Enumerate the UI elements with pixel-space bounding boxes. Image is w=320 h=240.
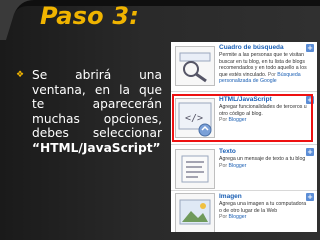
gadget-search-box[interactable]: Cuadro de búsqueda Permite a las persona… xyxy=(171,44,317,89)
gadget-author-link[interactable]: Blogger xyxy=(229,163,247,169)
gadget-text[interactable]: Texto Agrega un mensaje de texto a tu bl… xyxy=(171,148,317,189)
gadget-list-panel: Cuadro de búsqueda Permite a las persona… xyxy=(171,42,317,232)
search-box-thumbnail-icon xyxy=(175,46,215,86)
gadget-name[interactable]: Imagen xyxy=(219,193,242,200)
gadget-name[interactable]: Texto xyxy=(219,148,236,155)
gadget-description-text: Agrega un mensaje de texto a tu blog xyxy=(219,156,306,162)
diamond-bullet-icon: ❖ xyxy=(16,70,25,80)
divider xyxy=(171,91,317,92)
gadget-by-label: Por xyxy=(219,162,228,169)
divider xyxy=(171,144,317,145)
divider xyxy=(171,190,317,191)
gadget-description: Agrega una imagen a tu computadora o de … xyxy=(219,201,307,221)
image-thumbnail-icon xyxy=(175,193,215,232)
bullet-text-body: Se abrirá una ventana, en la que te apar… xyxy=(32,68,162,141)
bullet-text-bold: “HTML/JavaScript” xyxy=(32,140,161,155)
plus-icon[interactable]: + xyxy=(306,44,314,52)
gadget-image[interactable]: Imagen Agrega una imagen a tu computador… xyxy=(171,193,317,232)
selection-highlight xyxy=(172,94,313,142)
plus-icon[interactable]: + xyxy=(306,193,314,201)
gadget-by-label: Por xyxy=(219,214,228,221)
slide-title: Paso 3: xyxy=(40,2,140,30)
gadget-by-label: Por xyxy=(267,71,276,78)
bullet-paragraph: ❖ Se abrirá una ventana, en la que te ap… xyxy=(16,68,162,156)
plus-icon[interactable]: + xyxy=(306,148,314,156)
text-thumbnail-icon xyxy=(175,149,215,189)
gadget-description: Agrega un mensaje de texto a tu blog Por… xyxy=(219,156,307,169)
gadget-description-text: Agrega una imagen a tu computadora o de … xyxy=(219,201,307,214)
bullet-text: Se abrirá una ventana, en la que te apar… xyxy=(32,68,162,156)
gadget-author-link[interactable]: Blogger xyxy=(229,214,247,220)
gadget-description: Permite a las personas que te visitan bu… xyxy=(219,52,307,85)
gadget-name[interactable]: Cuadro de búsqueda xyxy=(219,44,284,51)
